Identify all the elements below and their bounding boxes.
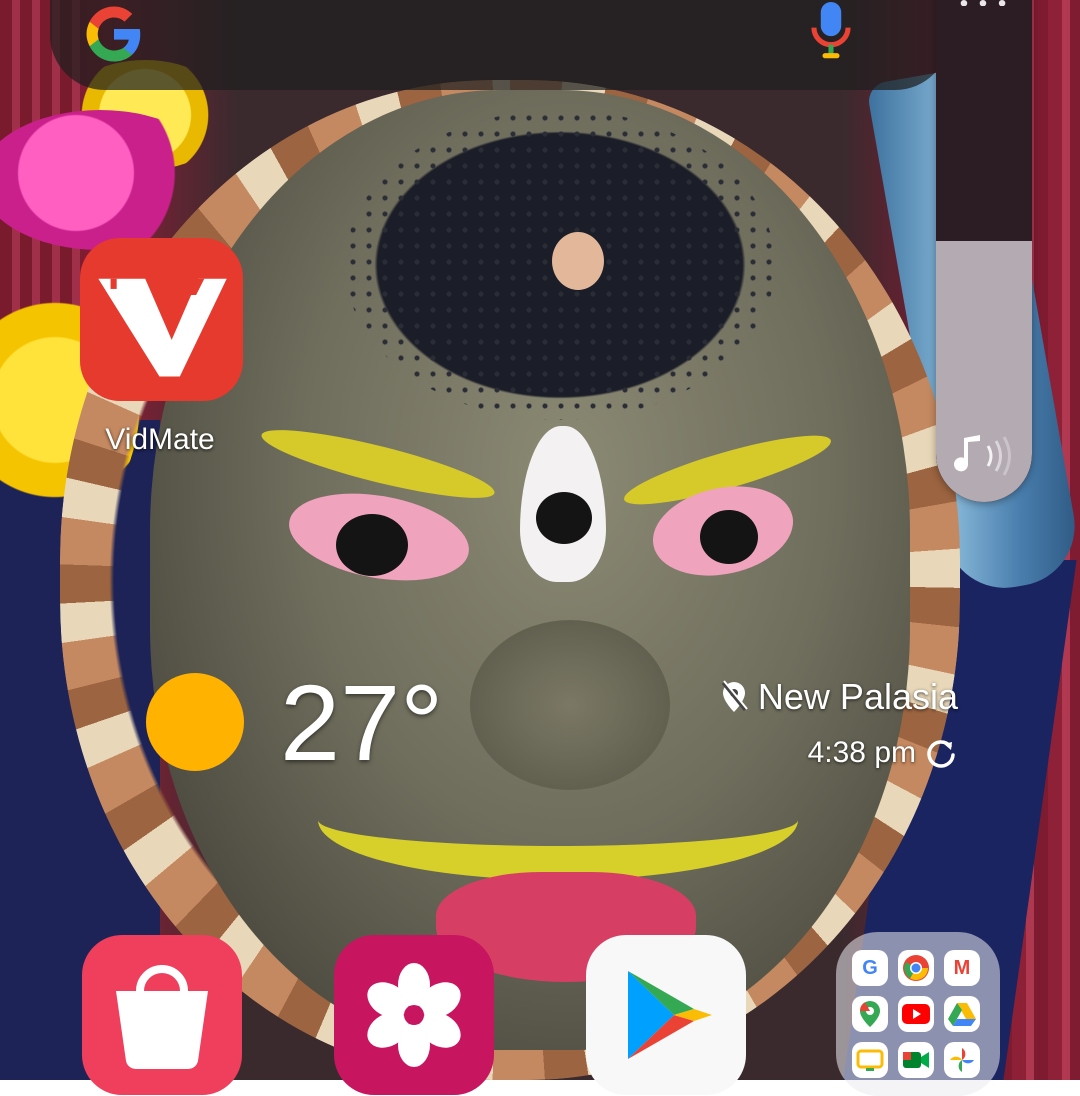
weather-update-time[interactable]: 4:38 pm bbox=[808, 734, 958, 772]
wallpaper-pupil-right bbox=[700, 510, 758, 564]
music-note-icon[interactable] bbox=[954, 432, 1014, 480]
wallpaper-center-bead bbox=[552, 232, 604, 290]
chrome-icon bbox=[898, 950, 934, 986]
refresh-icon[interactable] bbox=[924, 736, 958, 770]
tv-icon bbox=[852, 1042, 888, 1078]
sun-icon[interactable] bbox=[146, 673, 244, 771]
wallpaper-third-eye-pupil bbox=[536, 492, 592, 544]
play-store-app-icon[interactable] bbox=[586, 935, 746, 1095]
drive-icon bbox=[944, 996, 980, 1032]
google-g-icon bbox=[86, 6, 141, 62]
photos-icon bbox=[944, 1042, 980, 1078]
location-off-icon bbox=[721, 680, 748, 712]
microphone-icon[interactable] bbox=[810, 2, 852, 60]
gmail-icon: M bbox=[944, 950, 980, 986]
volume-panel-header bbox=[936, 0, 1032, 245]
flower-icon bbox=[367, 963, 461, 1067]
meet-icon bbox=[898, 1042, 934, 1078]
more-options-icon[interactable]: • • • bbox=[936, 0, 1032, 6]
home-wallpaper bbox=[0, 0, 1080, 1080]
weather-time-label: 4:38 pm bbox=[807, 736, 916, 769]
wallpaper-pupil-left bbox=[336, 514, 408, 576]
google-icon: G bbox=[852, 950, 888, 986]
gallery-app-icon[interactable] bbox=[334, 935, 494, 1095]
weather-location[interactable]: New Palasia bbox=[720, 676, 958, 718]
google-apps-folder[interactable]: G M bbox=[836, 932, 1000, 1096]
vidmate-app-label: VidMate bbox=[105, 423, 215, 456]
weather-temperature[interactable]: 27° bbox=[280, 668, 443, 778]
folder-app-grid: G M bbox=[852, 950, 984, 1082]
maps-icon bbox=[852, 996, 888, 1032]
google-search-bar[interactable] bbox=[50, 0, 950, 90]
play-store-icon bbox=[628, 971, 712, 1059]
galaxy-store-app-icon[interactable] bbox=[82, 935, 242, 1095]
weather-location-label: New Palasia bbox=[757, 676, 958, 717]
vidmate-logo-icon bbox=[98, 278, 227, 377]
shopping-bag-icon bbox=[116, 965, 208, 1070]
volume-panel[interactable]: • • • bbox=[936, 0, 1032, 502]
vidmate-app-icon[interactable] bbox=[80, 238, 243, 401]
youtube-icon bbox=[898, 996, 934, 1032]
